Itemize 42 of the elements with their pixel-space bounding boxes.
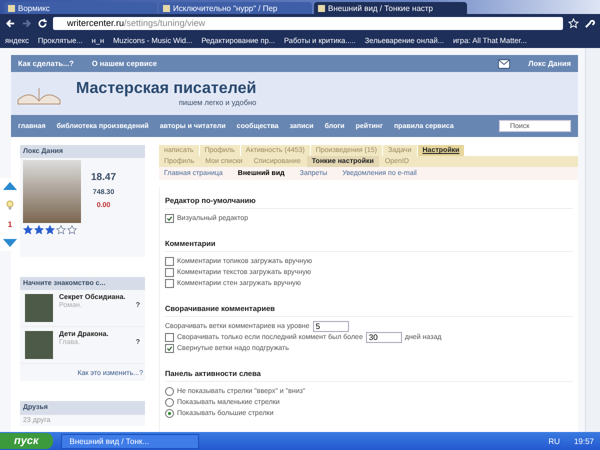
star-icon — [67, 225, 77, 235]
browser-tab[interactable]: Внешний вид / Тонкие настр — [314, 2, 467, 14]
checkbox[interactable] — [165, 279, 174, 288]
back-icon[interactable] — [5, 18, 16, 28]
checkbox[interactable] — [165, 333, 174, 342]
wrench-icon[interactable] — [584, 18, 595, 28]
address-bar[interactable]: writercenter.ru/settings/tuning/view — [53, 16, 563, 30]
up-arrow-icon[interactable] — [3, 182, 17, 190]
star-icon — [56, 225, 66, 235]
checkbox[interactable] — [165, 268, 174, 277]
start-button[interactable]: пуск — [0, 433, 53, 449]
clock: 19:57 — [574, 436, 595, 446]
browser-tab[interactable]: Исключительно "нурр" / Пер — [159, 2, 312, 14]
number-field[interactable]: 5 — [312, 321, 349, 332]
down-arrow-icon[interactable] — [3, 239, 17, 247]
page-icon — [8, 4, 15, 12]
mail-icon[interactable] — [498, 58, 510, 68]
cover-placeholder — [25, 294, 53, 322]
language-indicator[interactable]: RU — [548, 436, 566, 446]
page-icon — [318, 4, 325, 12]
cover-placeholder — [25, 331, 53, 359]
reload-icon[interactable] — [37, 18, 48, 28]
rating-value: 18.47 — [91, 172, 116, 183]
page-icon — [163, 4, 170, 12]
avatar-placeholder — [23, 160, 81, 223]
checkbox[interactable] — [165, 344, 174, 353]
star-icon — [34, 225, 44, 235]
star-icon — [23, 225, 33, 235]
bulb-icon — [6, 200, 14, 210]
checkbox[interactable] — [165, 257, 174, 266]
checkbox[interactable] — [165, 214, 174, 223]
browser-tab[interactable]: Вормикс — [4, 2, 157, 14]
radio-button[interactable] — [165, 398, 174, 407]
forward-icon[interactable] — [21, 18, 32, 28]
star-icon — [45, 225, 55, 235]
taskbar-item[interactable]: Внешний вид / Тонк... — [60, 434, 199, 448]
vote-count: 1 — [8, 220, 12, 229]
number-field[interactable]: 30 — [366, 332, 402, 343]
radio-button[interactable] — [165, 409, 174, 418]
star-icon[interactable] — [568, 18, 579, 28]
radio-button[interactable] — [165, 387, 174, 396]
site-title: Мастерская писателей — [76, 80, 256, 98]
